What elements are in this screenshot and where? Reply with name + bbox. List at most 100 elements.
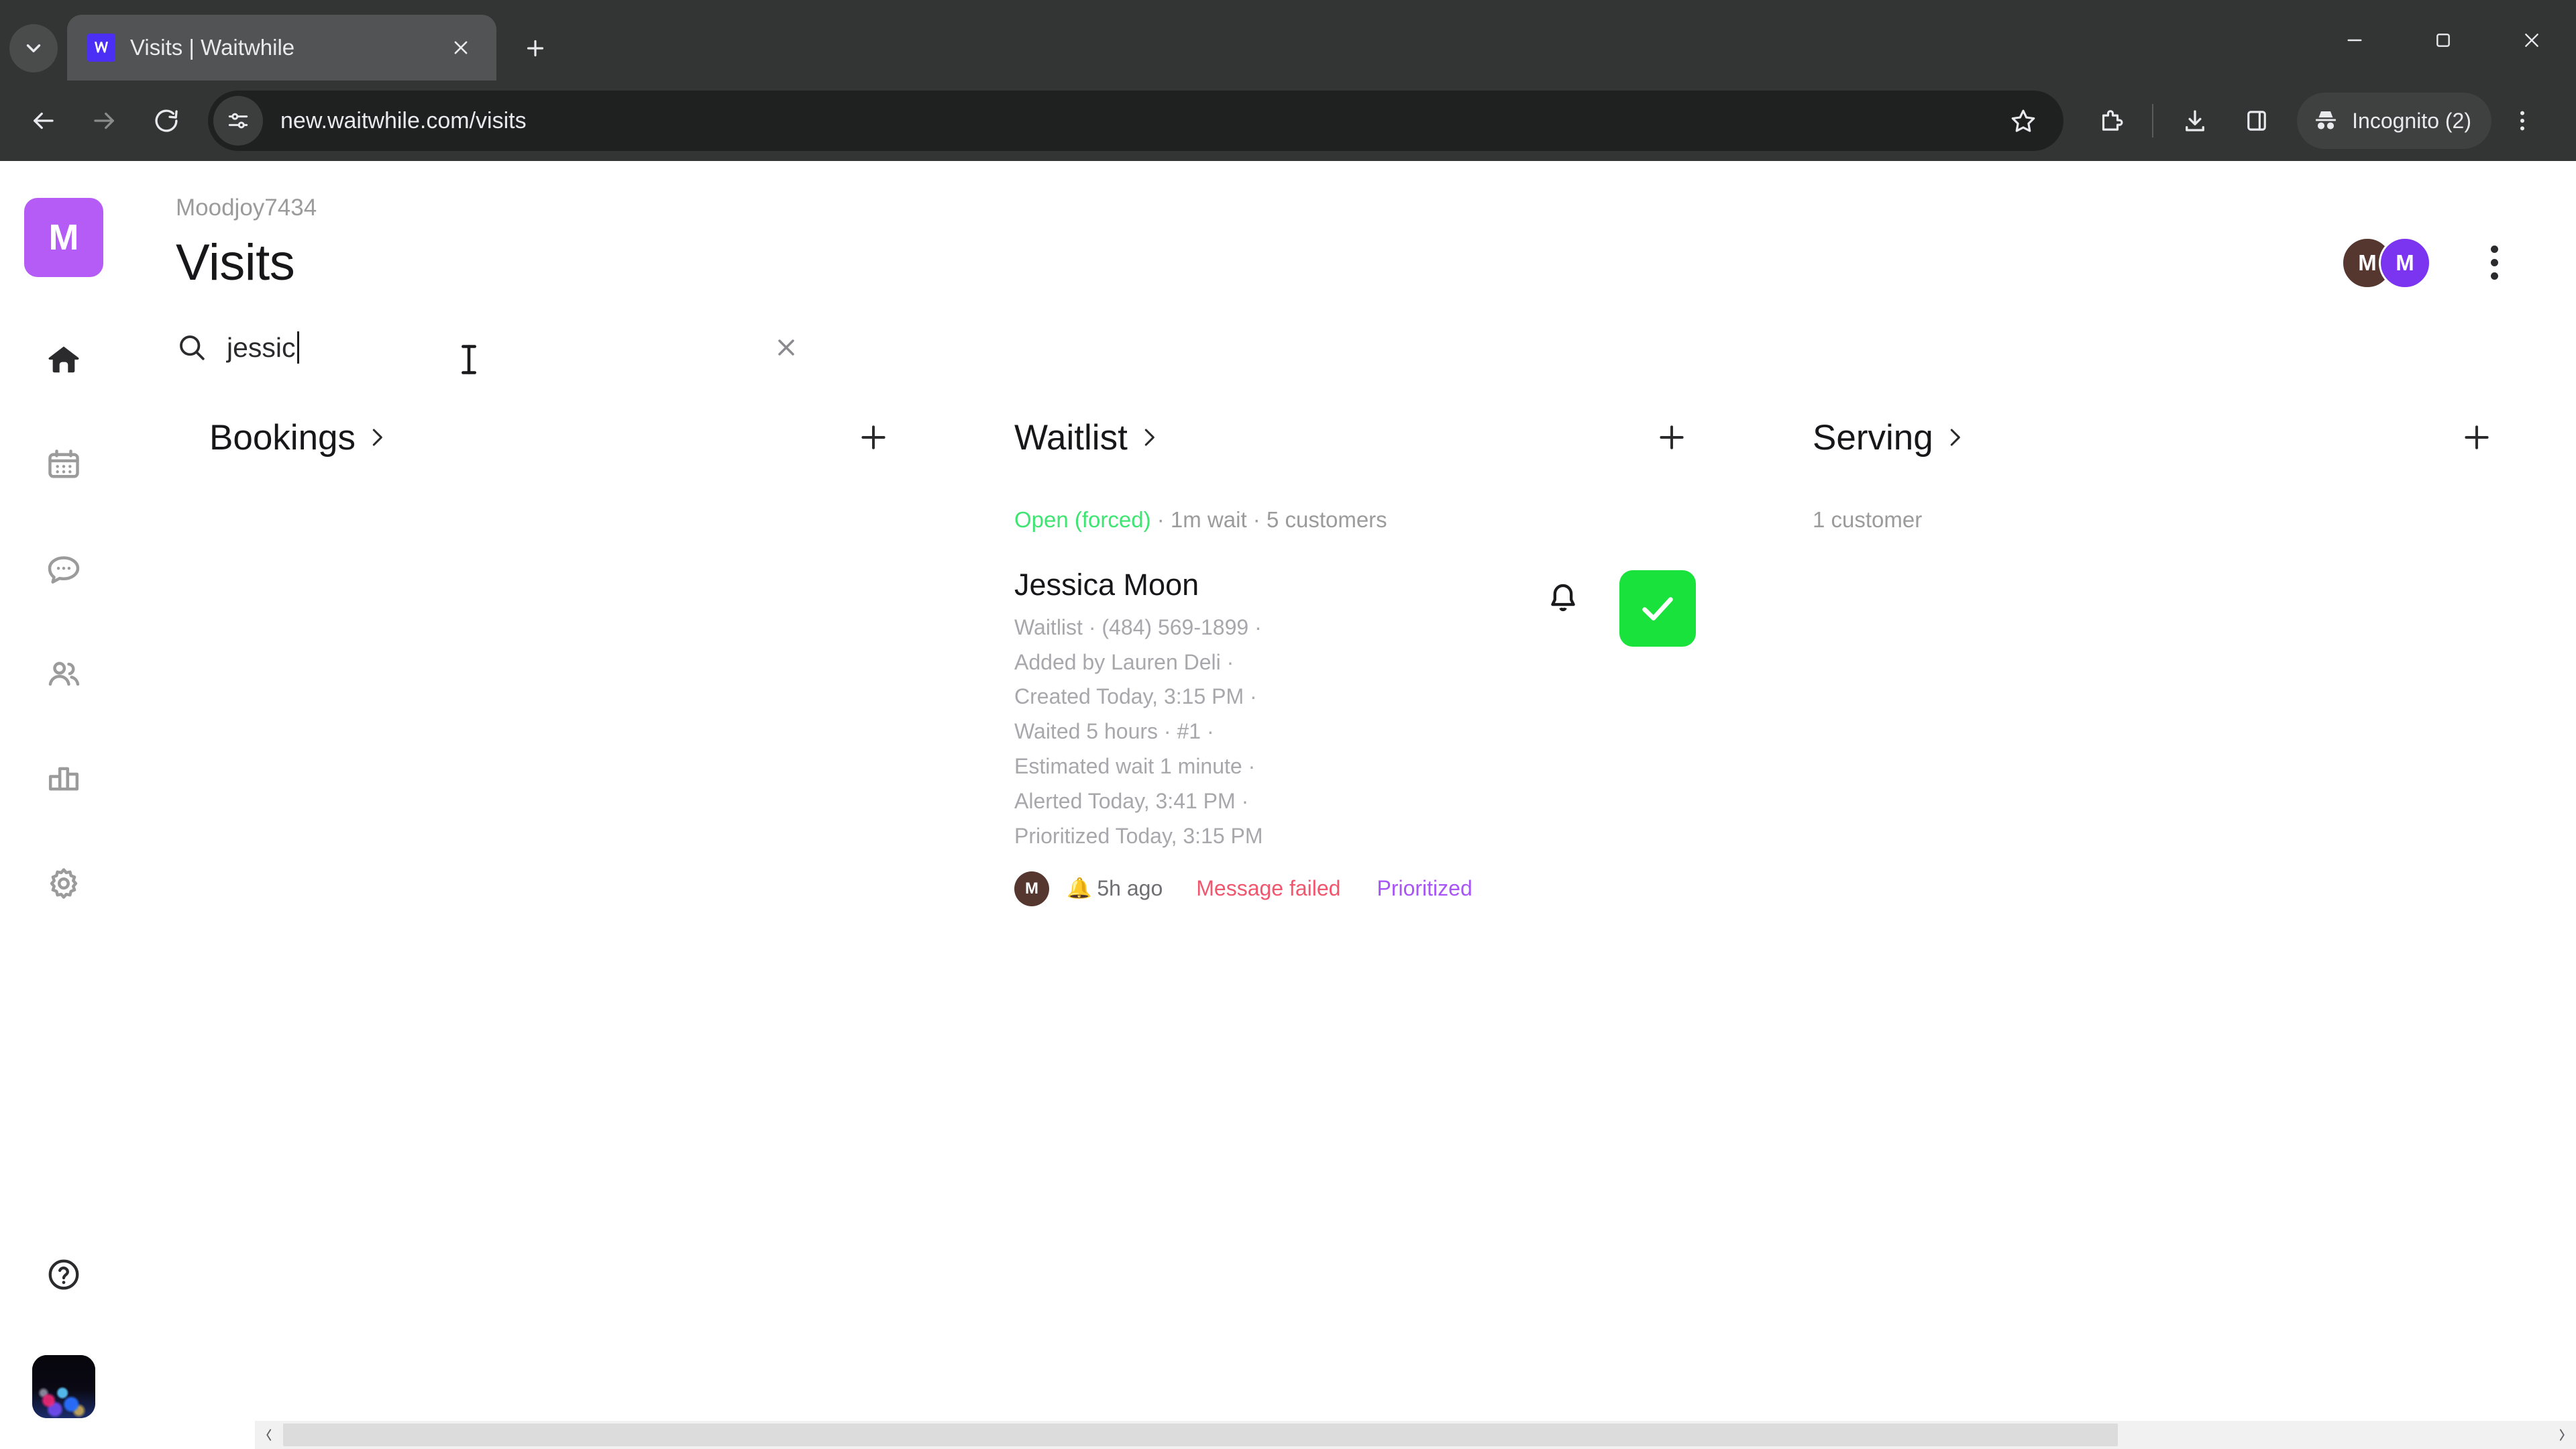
scroll-left-arrow-icon <box>266 1429 272 1441</box>
visit-card[interactable]: Jessica Moon Waitlist · (484) 569-1899 ·… <box>1014 568 1696 906</box>
browser-toolbar: new.waitwhile.com/visits Incognito (2) <box>0 80 2576 161</box>
forward-arrow-icon <box>94 112 114 129</box>
visit-card-main: Jessica Moon Waitlist · (484) 569-1899 ·… <box>1014 568 1696 854</box>
incognito-label: Incognito (2) <box>2352 108 2471 133</box>
serve-button[interactable] <box>1619 570 1696 647</box>
page-title: Visits <box>176 234 295 291</box>
clear-search-button[interactable] <box>766 327 806 368</box>
extensions-button[interactable] <box>2080 90 2141 152</box>
waitwhile-logo-icon <box>87 34 115 62</box>
bookmark-button[interactable] <box>1995 93 2051 149</box>
avatar[interactable]: M <box>2379 236 2431 289</box>
sidebar-nav <box>28 324 100 952</box>
back-button[interactable] <box>12 90 74 152</box>
incognito-icon <box>2316 111 2336 129</box>
sidebar-item-messages[interactable] <box>28 533 100 606</box>
downloads-button[interactable] <box>2164 90 2226 152</box>
meta-line: Waited 5 hours · #1 · <box>1014 719 1214 744</box>
org-logo-initial: M <box>48 217 79 258</box>
org-logo-button[interactable]: M <box>24 198 103 277</box>
meta-line: Alerted Today, 3:41 PM · <box>1014 788 1249 813</box>
question-circle-icon <box>48 1259 79 1290</box>
sidebar-item-calendar[interactable] <box>28 429 100 501</box>
avatar-photo-content <box>32 1355 95 1418</box>
url-text: new.waitwhile.com/visits <box>280 107 527 133</box>
column-header: Waitlist <box>1014 410 1696 465</box>
address-bar[interactable]: new.waitwhile.com/visits <box>208 91 2064 151</box>
add-waitlist-button[interactable] <box>1648 413 1696 462</box>
star-icon <box>2011 109 2035 132</box>
search-input[interactable]: jessic <box>227 332 296 364</box>
forward-button[interactable] <box>74 90 136 152</box>
add-serving-button[interactable] <box>2453 413 2501 462</box>
browser-tab[interactable]: Visits | Waitwhile <box>67 15 496 80</box>
browser-chrome: Visits | Waitwhile new.waitwhile.com/vis… <box>0 0 2576 161</box>
chevron-right-icon[interactable] <box>1140 425 1159 450</box>
sidebar-item-analytics[interactable] <box>28 743 100 815</box>
scroll-right-arrow-icon <box>2559 1429 2565 1441</box>
badge-prioritized: Prioritized <box>1377 876 1472 901</box>
header-actions: M M <box>2341 235 2522 291</box>
sidebar-item-settings[interactable] <box>28 847 100 920</box>
meta-line: Estimated wait 1 minute · <box>1014 754 1256 779</box>
close-icon <box>778 339 794 356</box>
scrollbar-track[interactable] <box>283 1421 2548 1449</box>
chevron-right-glyph <box>1144 429 1155 446</box>
minimize-button[interactable] <box>2310 0 2399 80</box>
maximize-button[interactable] <box>2399 0 2487 80</box>
app-sidebar: M <box>0 161 127 1449</box>
close-window-button[interactable] <box>2487 0 2576 80</box>
toolbar-actions: Incognito (2) <box>2080 90 2553 152</box>
notify-button[interactable] <box>1535 570 1591 627</box>
tab-search-button[interactable] <box>9 24 58 72</box>
scrollbar-thumb[interactable] <box>283 1424 2118 1446</box>
text-caret <box>297 331 299 364</box>
toolbar-divider <box>2152 104 2154 138</box>
serving-status: 1 customer <box>1813 507 1923 532</box>
side-panel-button[interactable] <box>2226 90 2288 152</box>
column-title-bookings[interactable]: Bookings <box>209 417 356 458</box>
user-avatar[interactable] <box>32 1355 95 1418</box>
menu-dot <box>2490 259 2498 266</box>
plus-icon <box>861 425 885 449</box>
meta-line: Created Today, 3:15 PM · <box>1014 684 1257 709</box>
horizontal-scrollbar[interactable] <box>255 1421 2576 1449</box>
page-menu-button[interactable] <box>2466 235 2522 291</box>
badge-time-label: 5h ago <box>1097 876 1163 901</box>
sidebar-item-home[interactable] <box>28 324 100 396</box>
incognito-profile-button[interactable]: Incognito (2) <box>2297 93 2491 149</box>
column-title-serving[interactable]: Serving <box>1813 417 1933 458</box>
customer-name: Jessica Moon <box>1014 568 1199 602</box>
calendar-icon <box>48 449 79 478</box>
column-bookings: Bookings <box>127 410 932 1449</box>
search-field[interactable]: jessic <box>176 331 794 374</box>
column-header: Bookings <box>209 410 898 465</box>
reload-button[interactable] <box>136 90 197 152</box>
bar-chart-icon <box>48 767 79 791</box>
chevron-right-icon[interactable] <box>368 425 386 450</box>
visit-card-badges: M 🔔 5h ago Message failed Prioritized <box>1014 871 1696 906</box>
page-settings-icon[interactable] <box>213 96 263 146</box>
badge-avatar: M <box>1014 871 1049 906</box>
column-waitlist: Waitlist Open (forced) · 1m wait · 5 cus… <box>932 410 1731 1449</box>
sidebar-item-customers[interactable] <box>28 638 100 710</box>
maximize-icon <box>2436 34 2450 47</box>
i-beam-icon <box>462 345 476 374</box>
search-row: jessic <box>127 292 2576 379</box>
plus-icon <box>527 40 544 57</box>
new-tab-button[interactable] <box>511 24 559 72</box>
close-icon <box>454 41 468 54</box>
chevron-right-icon[interactable] <box>1945 425 1964 450</box>
browser-menu-button[interactable] <box>2491 90 2553 152</box>
sidebar-footer <box>0 1242 127 1418</box>
tab-close-button[interactable] <box>443 30 479 66</box>
home-icon <box>48 346 79 373</box>
menu-dot <box>2490 272 2498 280</box>
add-booking-button[interactable] <box>849 413 898 462</box>
help-button[interactable] <box>32 1242 96 1307</box>
scroll-right-button[interactable] <box>2548 1421 2576 1449</box>
extensions-icon <box>2102 110 2123 131</box>
plus-icon <box>2465 425 2489 449</box>
column-title-waitlist[interactable]: Waitlist <box>1014 417 1128 458</box>
scroll-left-button[interactable] <box>255 1421 283 1449</box>
